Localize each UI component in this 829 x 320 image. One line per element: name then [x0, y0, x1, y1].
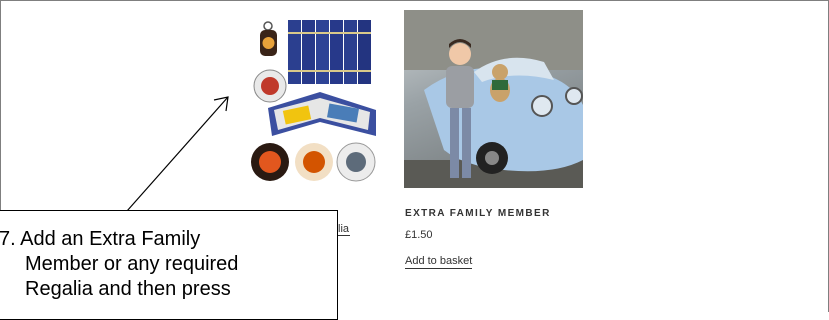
callout-line-2: Member or any required [25, 253, 239, 275]
regalia-product-link[interactable]: lia [338, 223, 350, 236]
instruction-callout: 7. Add an Extra Family Member or any req… [0, 210, 338, 320]
open-book-icon [268, 92, 376, 136]
callout-line-3: Regalia and then press [25, 278, 231, 300]
product-title[interactable]: EXTRA FAMILY MEMBER [405, 208, 551, 219]
keyring-fob-icon [260, 21, 277, 56]
books-icon [288, 20, 371, 84]
badge-icon [253, 69, 287, 103]
badges-row-icon [251, 142, 376, 182]
product-price: £1.50 [405, 229, 433, 241]
extra-family-member-image[interactable] [404, 10, 583, 188]
regalia-product-image[interactable] [248, 18, 378, 186]
add-to-basket-button[interactable]: Add to basket [405, 255, 473, 269]
boy-with-classic-car-photo-icon [404, 10, 583, 188]
callout-line-1: 7. Add an Extra Family [0, 228, 201, 250]
